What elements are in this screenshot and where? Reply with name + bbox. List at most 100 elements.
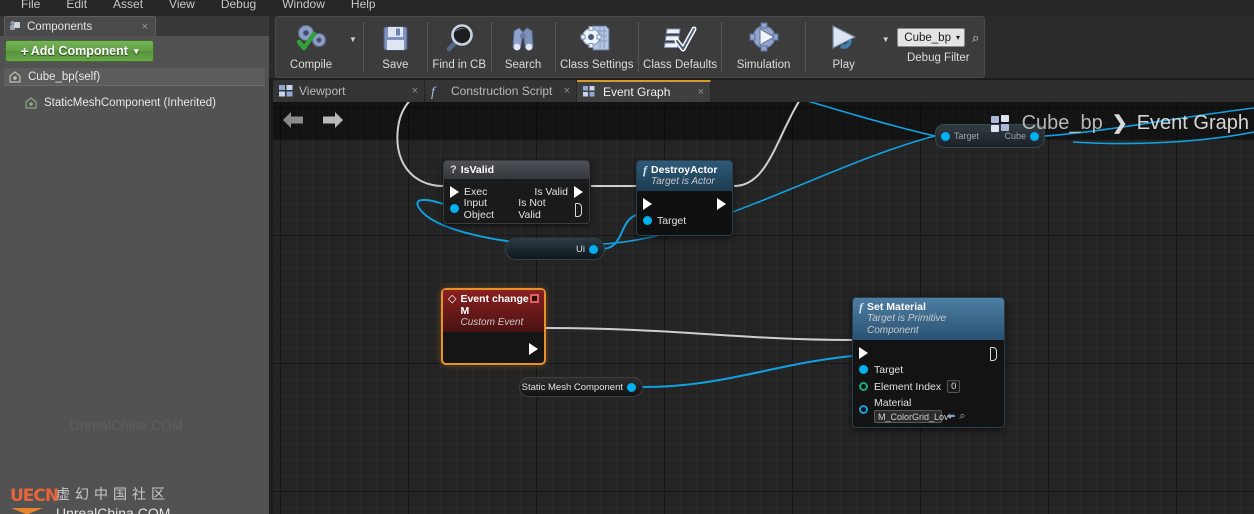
- class-settings-button[interactable]: Class Settings: [558, 17, 635, 77]
- pin-exec-out[interactable]: [717, 197, 726, 210]
- debug-filter-combobox[interactable]: Cube_bp ▾: [897, 28, 965, 47]
- toolbar-separator: [363, 22, 364, 72]
- pin-isnotvalid-out[interactable]: [575, 202, 583, 217]
- menu-item-edit[interactable]: Edit: [53, 0, 100, 12]
- eventgraph-icon: [583, 86, 597, 98]
- node-set-material[interactable]: f Set Material Target is Primitive Compo…: [852, 297, 1005, 428]
- simulation-label: Simulation: [736, 59, 791, 71]
- logo-chinese-text: 虚幻中国社区: [56, 487, 170, 503]
- eventgraph-icon: [990, 114, 1013, 133]
- back-arrow-icon[interactable]: [281, 110, 305, 134]
- close-icon[interactable]: ×: [698, 86, 704, 98]
- add-component-label: Add Component: [30, 44, 128, 58]
- play-button[interactable]: Play: [809, 17, 879, 77]
- play-label: Play: [832, 59, 855, 71]
- toolbar-separator: [554, 22, 556, 72]
- material-select-value: M_ColorGrid_Lov: [878, 411, 949, 422]
- pin-target-dot[interactable]: [941, 131, 950, 141]
- node-event-change-m[interactable]: ◇ Event change M Custom Event: [441, 288, 546, 365]
- pin-target[interactable]: [859, 365, 868, 374]
- graph-navigation: [281, 110, 345, 134]
- close-icon[interactable]: ×: [564, 85, 570, 97]
- pin-input-object[interactable]: [450, 204, 459, 213]
- breadcrumb-root[interactable]: Cube_bp: [1022, 112, 1103, 135]
- node-event-change-m-subtitle: Custom Event: [460, 317, 524, 328]
- save-button[interactable]: Save: [367, 17, 424, 77]
- search-icon[interactable]: ⌕: [972, 30, 979, 46]
- node-variable-ui[interactable]: Ui: [505, 238, 605, 260]
- tab-viewport[interactable]: Viewport ×: [273, 80, 425, 102]
- pin-smc-out[interactable]: [627, 382, 636, 392]
- wire-layer: [396, 102, 1254, 388]
- pin-exec-in[interactable]: [450, 185, 459, 198]
- uecn-logo-text: UECN: [10, 485, 59, 506]
- pin-material-label: Material: [874, 397, 912, 409]
- pin-target-label: Target: [874, 363, 904, 376]
- pin-exec-in[interactable]: [643, 197, 652, 210]
- plus-icon: +: [20, 43, 29, 59]
- function-icon: f: [431, 85, 435, 100]
- browse-asset-icon[interactable]: ⌕: [959, 410, 965, 423]
- toolbar-group-play: Play ▼: [809, 17, 893, 77]
- compile-button[interactable]: Compile: [276, 17, 346, 77]
- uecn-logo-triangle: [10, 507, 44, 514]
- menu-item-view[interactable]: View: [156, 0, 208, 12]
- event-diamond-icon: ◇: [448, 293, 457, 305]
- components-panel: Components × + Add Component ▾ Cube_bp(s…: [0, 16, 269, 514]
- node-isvalid[interactable]: ? IsValid Exec Is Valid Input Object Is …: [443, 160, 590, 224]
- logo-english-text: UnrealChina.COM: [56, 505, 171, 514]
- class-defaults-label: Class Defaults: [643, 59, 718, 71]
- blueprint-graph-canvas[interactable]: Target Cube Cube_bp ❯ Event Graph ? IsVa…: [273, 102, 1254, 514]
- node-event-change-m-header: ◇ Event change M Custom Event: [443, 290, 544, 332]
- ghost-pin-target-label: Target: [954, 131, 980, 141]
- menu-item-asset[interactable]: Asset: [100, 0, 156, 12]
- add-component-button[interactable]: + Add Component ▾: [5, 40, 154, 62]
- components-icon: [9, 20, 22, 33]
- menu-item-file[interactable]: File: [8, 0, 53, 12]
- component-tree-item-staticmesh[interactable]: StaticMeshComponent (Inherited): [4, 94, 265, 112]
- forward-arrow-icon[interactable]: [321, 110, 345, 134]
- pin-exec-out[interactable]: [529, 342, 538, 355]
- close-icon[interactable]: ×: [142, 21, 148, 33]
- tab-event-graph[interactable]: Event Graph ×: [577, 80, 711, 102]
- unrealchina-logo: UECN 虚幻中国社区 UnrealChina.COM: [10, 484, 170, 514]
- pin-exec-in[interactable]: [859, 346, 868, 359]
- use-selected-asset-icon[interactable]: ⬅: [947, 411, 955, 422]
- play-dropdown-caret[interactable]: ▼: [879, 17, 893, 77]
- simulation-button[interactable]: Simulation: [725, 17, 802, 77]
- menu-item-debug[interactable]: Debug: [208, 0, 269, 12]
- tab-components[interactable]: Components ×: [4, 16, 156, 36]
- find-in-cb-button[interactable]: Find in CB: [431, 17, 488, 77]
- search-button[interactable]: Search: [495, 17, 552, 77]
- pin-material[interactable]: [859, 405, 868, 414]
- close-icon[interactable]: ×: [412, 85, 418, 97]
- pin-target[interactable]: [643, 216, 652, 225]
- function-icon: f: [643, 163, 647, 177]
- menu-item-window[interactable]: Window: [269, 0, 338, 12]
- tab-construction-script[interactable]: f Construction Script ×: [425, 80, 577, 102]
- node-variable-static-mesh-component[interactable]: Static Mesh Component: [519, 377, 643, 397]
- node-event-change-m-row-exec: [443, 340, 544, 357]
- toolbar-separator: [638, 22, 639, 72]
- material-select[interactable]: M_ColorGrid_Lov ▾: [874, 410, 952, 423]
- node-destroyactor-row-exec: [637, 195, 732, 212]
- pin-ui-out[interactable]: [589, 244, 598, 254]
- compile-label: Compile: [289, 59, 333, 71]
- node-set-material-row-material: Material M_ColorGrid_Lov ▾ ⬅ ⌕: [853, 395, 1004, 423]
- gear-play-icon: [745, 22, 783, 58]
- pin-isvalid-out[interactable]: [574, 185, 583, 198]
- menu-item-help[interactable]: Help: [338, 0, 389, 12]
- node-destroyactor-header: f DestroyActor Target is Actor: [637, 161, 732, 191]
- pin-exec-out[interactable]: [990, 346, 998, 361]
- node-set-material-header: f Set Material Target is Primitive Compo…: [853, 298, 1004, 340]
- toolbar-separator: [721, 22, 723, 72]
- pin-isnotvalid-out-label: Is Not Valid: [518, 196, 546, 221]
- viewport-icon: [279, 85, 293, 97]
- element-index-input[interactable]: 0: [947, 380, 961, 393]
- class-defaults-button[interactable]: Class Defaults: [642, 17, 719, 77]
- pin-element-index[interactable]: [859, 382, 868, 391]
- compile-dropdown-caret[interactable]: ▼: [346, 17, 360, 77]
- event-breakpoint-icon[interactable]: [530, 294, 539, 303]
- node-destroyactor[interactable]: f DestroyActor Target is Actor Target: [636, 160, 733, 236]
- component-tree-item-self[interactable]: Cube_bp(self): [4, 68, 265, 86]
